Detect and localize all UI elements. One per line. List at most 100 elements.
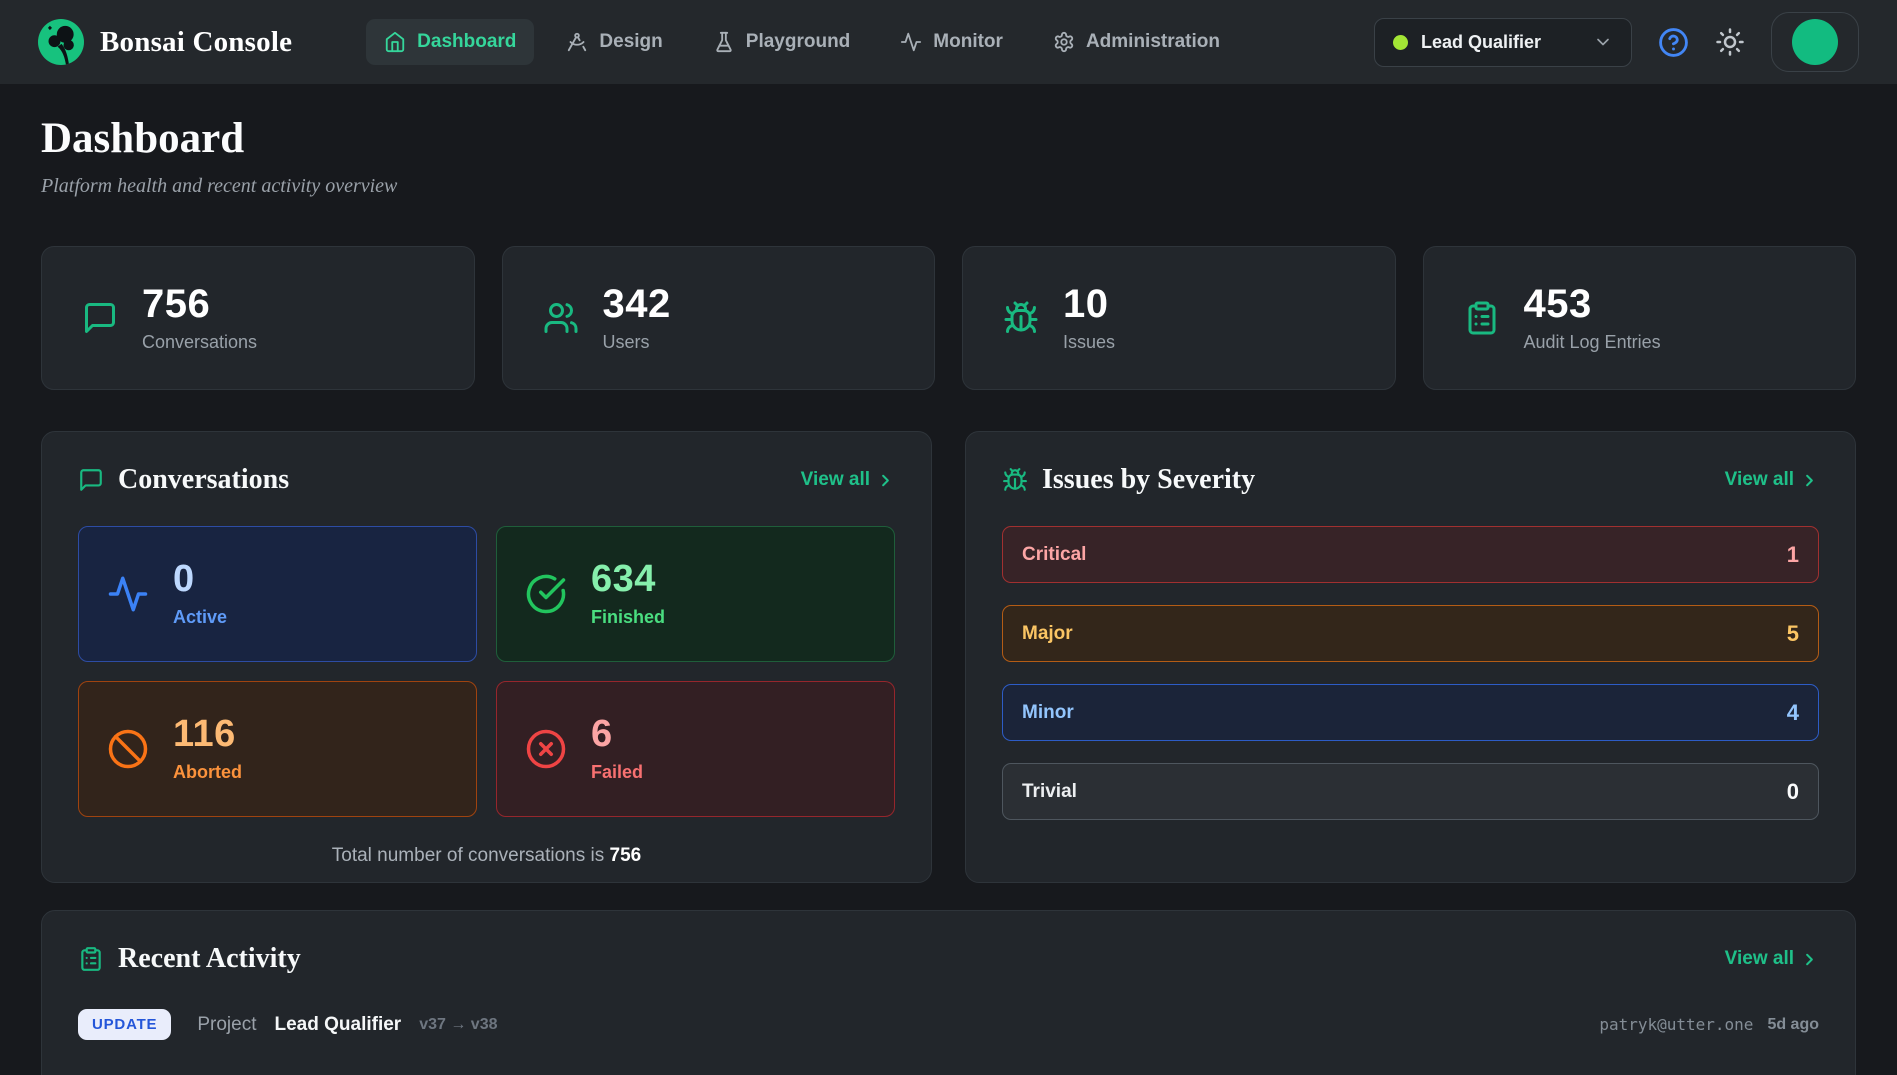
message-square-icon (78, 467, 104, 493)
page-title: Dashboard (41, 114, 1856, 163)
nav-item-label: Dashboard (417, 31, 516, 53)
nav-item-dashboard[interactable]: Dashboard (366, 19, 534, 65)
severity-row-trivial[interactable]: Trivial 0 (1002, 763, 1819, 820)
sun-icon (1715, 27, 1745, 57)
activity-project-name: Lead Qualifier (275, 1014, 402, 1036)
conversations-panel: Conversations View all 0 Active (41, 431, 932, 883)
conv-card-label: Active (173, 607, 227, 628)
conversations-total-prefix: Total number of conversations is (332, 845, 610, 866)
chevron-down-icon (1593, 32, 1613, 52)
chevron-right-icon (1800, 950, 1819, 969)
brand-name: Bonsai Console (100, 26, 292, 59)
avatar (1792, 19, 1838, 65)
main-content: Dashboard Platform health and recent act… (0, 84, 1897, 1075)
issues-view-all-link[interactable]: View all (1725, 469, 1819, 491)
users-icon (543, 300, 579, 336)
project-status-dot (1393, 35, 1408, 50)
conversations-view-all-link[interactable]: View all (801, 469, 895, 491)
conversations-active-card[interactable]: 0 Active (78, 526, 477, 662)
issues-by-severity-panel: Issues by Severity View all Critical 1 M… (965, 431, 1856, 883)
top-bar: Bonsai Console Dashboard Design Playgrou… (0, 0, 1897, 84)
page-subtitle: Platform health and recent activity over… (41, 175, 1856, 198)
conversations-finished-card[interactable]: 634 Finished (496, 526, 895, 662)
stat-card-conversations: 756 Conversations (41, 246, 475, 390)
view-all-label: View all (1725, 948, 1794, 970)
nav-item-playground[interactable]: Playground (695, 19, 869, 65)
stat-label: Issues (1063, 332, 1115, 353)
view-all-label: View all (1725, 469, 1794, 491)
conv-card-label: Failed (591, 762, 643, 783)
stat-label: Users (603, 332, 671, 353)
gear-icon (1053, 31, 1075, 53)
flask-icon (713, 31, 735, 53)
main-nav: Dashboard Design Playground Monitor Admi… (366, 19, 1238, 65)
nav-item-design[interactable]: Design (548, 19, 680, 65)
drafting-compass-icon (566, 31, 588, 53)
clipboard-list-icon (1464, 300, 1500, 336)
conversations-aborted-card[interactable]: 116 Aborted (78, 681, 477, 817)
panels-row: Conversations View all 0 Active (41, 431, 1856, 883)
project-selector[interactable]: Lead Qualifier (1374, 18, 1632, 67)
activity-row[interactable]: UPDATE Project Lead Qualifier v37 → v38 … (78, 1009, 1819, 1040)
x-circle-icon (525, 728, 567, 770)
project-selector-value: Lead Qualifier (1421, 32, 1580, 53)
help-button[interactable] (1658, 27, 1689, 58)
severity-label: Trivial (1022, 781, 1077, 803)
nav-item-monitor[interactable]: Monitor (882, 19, 1021, 65)
conv-card-value: 634 (591, 560, 665, 600)
severity-count: 5 (1787, 621, 1799, 647)
severity-row-critical[interactable]: Critical 1 (1002, 526, 1819, 583)
check-circle-icon (525, 573, 567, 615)
stat-value: 453 (1524, 283, 1661, 325)
conversation-status-grid: 0 Active 634 Finished 116 Aborted (78, 526, 895, 817)
severity-count: 1 (1787, 542, 1799, 568)
home-icon (384, 31, 406, 53)
severity-label: Critical (1022, 544, 1086, 566)
theme-toggle-button[interactable] (1715, 27, 1745, 57)
stat-value: 10 (1063, 283, 1115, 325)
conversations-panel-header: Conversations View all (78, 464, 895, 496)
conv-card-value: 116 (173, 715, 242, 755)
severity-count: 0 (1787, 779, 1799, 805)
stat-label: Audit Log Entries (1524, 332, 1661, 353)
conversations-total-value: 756 (610, 845, 642, 866)
stat-value: 756 (142, 283, 257, 325)
nav-item-label: Administration (1086, 31, 1220, 53)
user-menu-button[interactable] (1771, 12, 1859, 72)
clipboard-list-icon (78, 946, 104, 972)
activity-version-change: v37 → v38 (419, 1016, 497, 1034)
nav-item-label: Playground (746, 31, 851, 53)
view-all-label: View all (801, 469, 870, 491)
activity-icon (900, 31, 922, 53)
activity-meta: patryk@utter.one 5d ago (1599, 1015, 1819, 1034)
severity-label: Minor (1022, 702, 1074, 724)
conv-card-label: Finished (591, 607, 665, 628)
activity-view-all-link[interactable]: View all (1725, 948, 1819, 970)
conv-card-value: 0 (173, 560, 227, 600)
severity-count: 4 (1787, 700, 1799, 726)
topbar-right: Lead Qualifier (1374, 12, 1859, 72)
ban-icon (107, 728, 149, 770)
stat-card-issues: 10 Issues (962, 246, 1396, 390)
panel-title: Recent Activity (118, 943, 301, 975)
conversations-failed-card[interactable]: 6 Failed (496, 681, 895, 817)
help-circle-icon (1658, 27, 1689, 58)
panel-title: Issues by Severity (1042, 464, 1255, 496)
recent-activity-panel: Recent Activity View all UPDATE Project … (41, 910, 1856, 1075)
brand: Bonsai Console (38, 19, 292, 65)
bug-icon (1002, 467, 1028, 493)
stat-value: 342 (603, 283, 671, 325)
severity-row-major[interactable]: Major 5 (1002, 605, 1819, 662)
severity-row-minor[interactable]: Minor 4 (1002, 684, 1819, 741)
chevron-right-icon (876, 471, 895, 490)
stats-row: 756 Conversations 342 Users 10 Issues 45… (41, 246, 1856, 390)
stat-card-audit-log: 453 Audit Log Entries (1423, 246, 1857, 390)
conv-card-value: 6 (591, 715, 643, 755)
stat-label: Conversations (142, 332, 257, 353)
bug-icon (1003, 300, 1039, 336)
issues-panel-header: Issues by Severity View all (1002, 464, 1819, 496)
panel-title: Conversations (118, 464, 289, 496)
conversations-total-text: Total number of conversations is 756 (78, 845, 895, 867)
activity-user: patryk@utter.one (1599, 1015, 1753, 1034)
nav-item-administration[interactable]: Administration (1035, 19, 1238, 65)
